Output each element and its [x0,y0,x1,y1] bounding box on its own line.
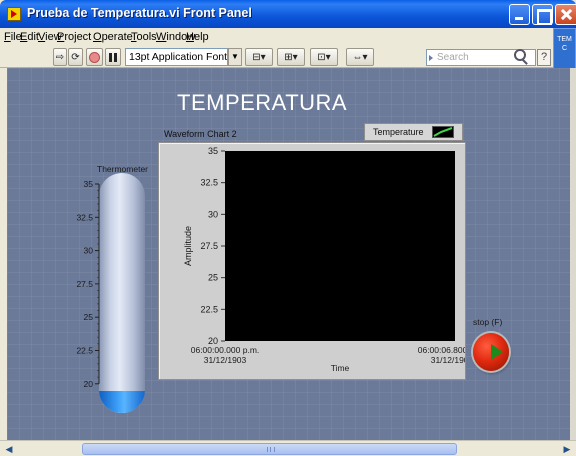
thermometer-scale: 35 32.5 30 27.5 25 22.5 20 [76,179,100,389]
stop-indicator-icon [491,344,503,360]
thermometer-tick-label: 25 [84,312,94,322]
y-tick-label: 35 [208,146,218,156]
x-start-date-label: 31/12/1903 [204,355,247,365]
plot-area[interactable] [225,151,455,341]
x-start-time-label: 06:00:00.000 p.m. [191,345,260,355]
menu-item-mnemonic: W [156,31,167,43]
labview-vi-icon[interactable] [7,7,21,21]
vertical-scrollbar[interactable] [570,68,576,440]
thermometer-fill [99,391,145,413]
menu-item[interactable]: Edit [20,31,39,43]
window-title: Prueba de Temperatura.vi Front Panel [27,6,252,20]
thermometer-tick-label: 22.5 [76,346,93,356]
menu-item[interactable]: Help [186,31,209,43]
plot-legend[interactable]: Temperature [364,123,463,141]
y-tick-label: 22.5 [200,304,218,314]
y-axis-label: Amplitude [183,226,193,266]
scroll-right-icon[interactable]: ▶ [560,443,574,455]
plot-style-swatch-icon [432,126,454,138]
menu-item[interactable]: Tools [131,31,157,43]
menu-item-label: roject [64,31,92,43]
menu-item-mnemonic: O [93,31,102,43]
menu-item-mnemonic: H [186,31,194,43]
scroll-grip-icon [267,447,275,452]
y-tick-label: 27.5 [200,241,218,251]
panel-heading: TEMPERATURA [177,90,348,115]
pause-icon[interactable] [105,48,121,66]
x-axis-label: Time [331,363,350,373]
maximize-button[interactable] [532,4,553,25]
menu-item-label: ools [136,31,157,43]
scroll-left-icon[interactable]: ◀ [2,443,16,455]
y-tick-label: 25 [208,273,218,283]
close-button[interactable] [555,4,576,25]
x-end-time-label: 06:00:06.800 p.m. [418,345,465,355]
run-arrow-icon[interactable]: ⇨ [53,48,67,66]
horizontal-scrollbar[interactable]: ◀ ▶ [0,440,576,456]
stop-button-label: stop (F) [473,317,503,327]
resize-objects-icon[interactable]: ⊡▾ [310,48,338,66]
menu-item[interactable]: Project [57,31,91,43]
abort-icon[interactable] [86,48,103,66]
font-select[interactable]: 13pt Application Font [125,48,228,66]
thermometer-tick-label: 32.5 [76,212,93,222]
reorder-icon[interactable]: ⇔▾ [346,48,374,66]
toolbar: ⇨ ⟳ 13pt Application Font ▼ ⊟▾ ⊞▾ ⊡▾ ⇔▾ … [0,46,553,68]
waveform-chart: 35 32.5 30 27.5 25 22.5 20 Amplitude 06:00:00.00… [158,142,466,380]
context-thumb-line2: C [561,45,568,52]
align-objects-icon[interactable]: ⊟▾ [245,48,273,66]
distribute-objects-icon[interactable]: ⊞▾ [277,48,305,66]
scroll-thumb[interactable] [82,443,457,455]
menu-item[interactable]: Operate [93,31,133,43]
legend-label: Temperature [373,127,424,137]
chevron-down-icon[interactable]: ▼ [228,48,242,66]
menu-item-label: elp [193,31,209,43]
chart-plot-area: 3532.53027.52522.520Amplitude06:00:00.00… [183,146,465,373]
context-help-thumbnail[interactable]: TEM C [553,28,576,70]
chart-title: Waveform Chart 2 [164,129,237,139]
y-tick-label: 30 [208,209,218,219]
title-bar[interactable]: Prueba de Temperatura.vi Front Panel [0,0,576,28]
search-icon[interactable] [514,49,526,61]
context-thumb-line1: TEM [557,36,572,43]
stop-button[interactable] [473,333,509,371]
thermometer-indicator [99,173,145,413]
menu-bar: File Edit View Project Operate Tools Window Hel… [0,28,576,46]
thermometer-tick-label: 27.5 [76,279,93,289]
context-help-button[interactable]: ? [537,49,551,66]
thermometer-tick-label: 30 [84,246,94,256]
thermometer-tick-label: 35 [84,179,94,189]
x-end-date-label: 31/12/1903 [431,355,465,365]
y-tick-label: 32.5 [200,178,218,188]
menu-item-label: perate [101,31,133,43]
thermometer-tick-label: 20 [84,379,94,389]
menu-item-mnemonic: F [4,31,11,43]
front-panel[interactable]: TEMPERATURA Thermometer 35 32.5 30 27.5 25 22… [7,68,570,440]
minimize-button[interactable] [509,4,530,25]
run-continuously-icon[interactable]: ⟳ [68,48,83,66]
